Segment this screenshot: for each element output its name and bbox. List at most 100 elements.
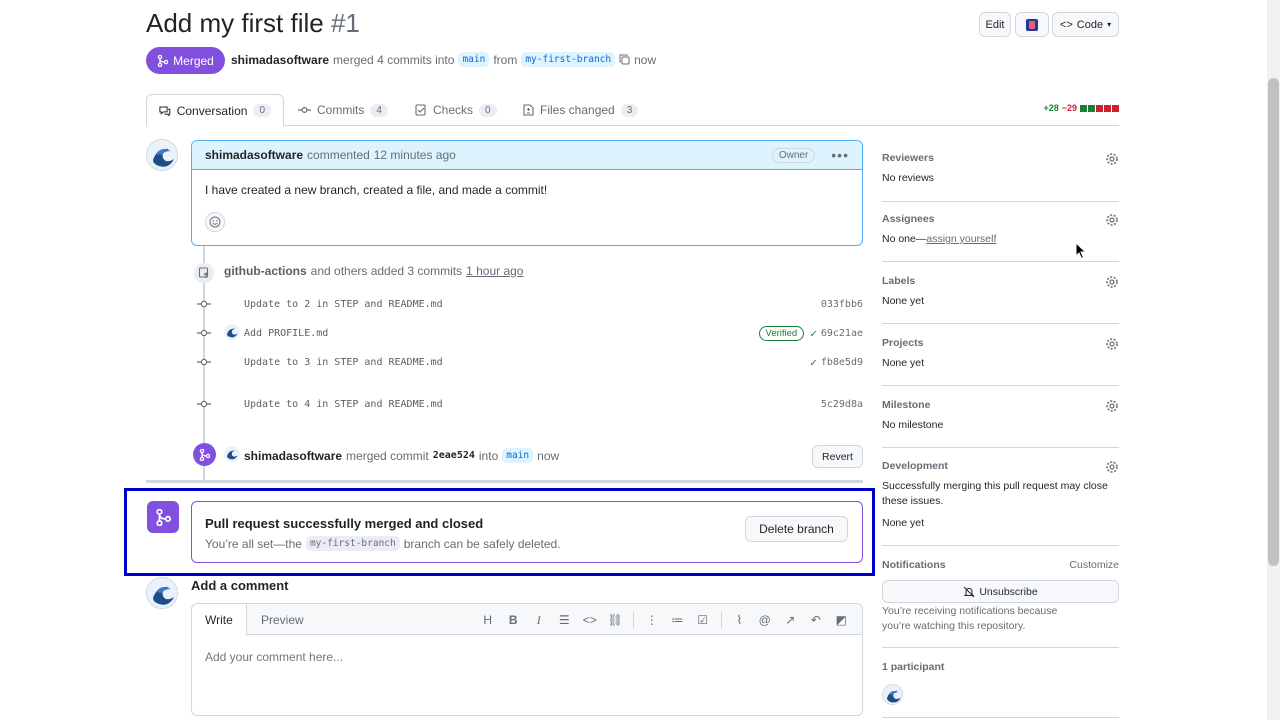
code-icon: <> bbox=[1059, 18, 1073, 31]
avatar[interactable] bbox=[882, 684, 903, 705]
add-reaction-button[interactable] bbox=[205, 212, 225, 232]
gear-icon[interactable] bbox=[1105, 213, 1119, 227]
comment-author[interactable]: shimadasoftware bbox=[205, 148, 303, 162]
conversation-icon bbox=[159, 105, 171, 116]
commit-sha[interactable]: fb8e5d9 bbox=[821, 357, 863, 368]
commits-event-time[interactable]: 1 hour ago bbox=[466, 264, 523, 278]
tab-checks[interactable]: Checks 0 bbox=[403, 94, 509, 126]
merge-icon bbox=[157, 54, 169, 67]
numbered-list-icon[interactable]: ⋮ bbox=[639, 610, 665, 630]
sidebar-divider bbox=[882, 647, 1119, 648]
unsubscribe-button[interactable]: Unsubscribe bbox=[882, 580, 1119, 603]
heading-icon[interactable]: H bbox=[475, 610, 501, 630]
reviewers-value: No reviews bbox=[882, 172, 934, 184]
attach-icon[interactable]: ⌇ bbox=[727, 610, 753, 630]
code-button[interactable]: <> Code ▾ bbox=[1052, 12, 1119, 37]
push-event-icon-wrap bbox=[194, 263, 214, 283]
more-options-icon[interactable]: ••• bbox=[831, 147, 849, 163]
notifications-text: You’re receiving notifications because y… bbox=[882, 605, 1058, 632]
check-icon[interactable]: ✓ bbox=[810, 356, 817, 369]
diffstat-box bbox=[1080, 104, 1087, 112]
comment-time[interactable]: 12 minutes ago bbox=[374, 148, 456, 162]
bold-icon[interactable]: B bbox=[501, 610, 527, 630]
bell-slash-icon bbox=[963, 586, 975, 597]
commits-event-actor[interactable]: github-actions bbox=[224, 264, 307, 278]
commit-message[interactable]: Update to 3 in STEP and README.md bbox=[244, 357, 443, 368]
gear-icon[interactable] bbox=[1105, 275, 1119, 289]
commit-message[interactable]: Update to 4 in STEP and README.md bbox=[244, 399, 443, 410]
commit-icon bbox=[298, 106, 311, 114]
revert-button[interactable]: Revert bbox=[812, 445, 863, 468]
cross-reference-icon[interactable]: ↗ bbox=[778, 610, 804, 630]
from-text: from bbox=[493, 52, 518, 67]
tab-files-changed-label: Files changed bbox=[540, 103, 615, 117]
assign-yourself-link[interactable]: assign yourself bbox=[926, 233, 996, 245]
unsubscribe-label: Unsubscribe bbox=[979, 585, 1038, 598]
verified-badge[interactable]: Verified bbox=[758, 325, 805, 341]
tab-commits-label: Commits bbox=[317, 103, 365, 117]
merged-event-branch[interactable]: main bbox=[502, 448, 534, 463]
copy-icon[interactable] bbox=[619, 54, 630, 65]
diffstat-removed: −29 bbox=[1061, 103, 1077, 113]
pr-number: #1 bbox=[330, 8, 360, 38]
link-icon[interactable]: ⛓ bbox=[603, 610, 629, 630]
tab-commits[interactable]: Commits 4 bbox=[286, 94, 400, 126]
gear-icon[interactable] bbox=[1105, 337, 1119, 351]
smiley-icon bbox=[209, 216, 221, 228]
task-list-icon[interactable]: ☑ bbox=[690, 610, 716, 630]
avatar[interactable] bbox=[146, 577, 178, 609]
toolbar-divider bbox=[720, 612, 722, 628]
merged-event-time: now bbox=[537, 448, 560, 463]
code-icon[interactable]: <> bbox=[577, 610, 603, 630]
scrollbar-thumb[interactable] bbox=[1268, 78, 1279, 566]
edit-button[interactable]: Edit bbox=[979, 12, 1011, 37]
checklist-icon bbox=[415, 104, 426, 116]
gear-icon[interactable] bbox=[1105, 460, 1119, 474]
gear-icon[interactable] bbox=[1105, 152, 1119, 166]
avatar[interactable] bbox=[224, 446, 240, 465]
customize-link[interactable]: Customize bbox=[1069, 559, 1119, 571]
tab-conversation[interactable]: Conversation 0 bbox=[146, 94, 284, 127]
labels-label: Labels bbox=[882, 275, 916, 287]
commit-sha[interactable]: 033fbb6 bbox=[821, 299, 863, 310]
sidebar-divider bbox=[882, 717, 1119, 718]
sidebar-labels: Labels None yet bbox=[882, 275, 1119, 324]
check-icon[interactable]: ✓ bbox=[810, 327, 817, 340]
pr-title: Add my first file #1 bbox=[146, 8, 360, 39]
projects-value: None yet bbox=[882, 357, 925, 369]
merged-event-author[interactable]: shimadasoftware bbox=[244, 449, 342, 463]
pr-author-link[interactable]: shimadasoftware bbox=[231, 53, 329, 67]
diffstat: +28 −29 bbox=[1043, 103, 1119, 113]
quote-icon[interactable]: ☰ bbox=[552, 610, 578, 630]
commit-message[interactable]: Update to 2 in STEP and README.md bbox=[244, 299, 443, 310]
italic-icon[interactable]: I bbox=[526, 610, 552, 630]
gear-icon[interactable] bbox=[1105, 399, 1119, 413]
head-branch[interactable]: my-first-branch bbox=[521, 52, 616, 67]
merged-event-text: merged commit bbox=[346, 448, 429, 463]
add-comment-title: Add a comment bbox=[191, 578, 289, 593]
base-branch[interactable]: main bbox=[458, 52, 490, 67]
comment-input[interactable] bbox=[205, 650, 845, 664]
avatar[interactable] bbox=[146, 139, 178, 171]
diffstat-box bbox=[1104, 104, 1111, 112]
mention-icon[interactable]: @ bbox=[752, 610, 778, 630]
merged-event: shimadasoftware merged commit 2eae524 in… bbox=[224, 446, 559, 465]
reply-icon[interactable]: ↶ bbox=[803, 610, 829, 630]
file-diff-icon bbox=[523, 104, 534, 116]
tab-write[interactable]: Write bbox=[192, 604, 247, 636]
chevron-down-icon: ▾ bbox=[1107, 20, 1112, 29]
tab-checks-count: 0 bbox=[479, 103, 497, 117]
merge-commit-sha[interactable]: 2eae524 bbox=[433, 450, 475, 461]
commit-sha[interactable]: 5c29d8a bbox=[821, 399, 863, 410]
comment-card: shimadasoftware commented 12 minutes ago… bbox=[191, 140, 863, 246]
commit-message[interactable]: Add PROFILE.md bbox=[244, 328, 328, 339]
commit-sha[interactable]: 69c21ae bbox=[821, 328, 863, 339]
tab-preview[interactable]: Preview bbox=[248, 604, 317, 636]
tab-files-changed[interactable]: Files changed 3 bbox=[511, 94, 650, 126]
merge-icon bbox=[199, 448, 210, 461]
bulleted-list-icon[interactable]: ≔ bbox=[665, 610, 691, 630]
copilot-button[interactable] bbox=[1015, 12, 1049, 37]
slash-command-icon[interactable]: ◩ bbox=[829, 610, 855, 630]
comment-body: I have created a new branch, created a f… bbox=[205, 183, 548, 197]
avatar[interactable] bbox=[224, 324, 240, 343]
